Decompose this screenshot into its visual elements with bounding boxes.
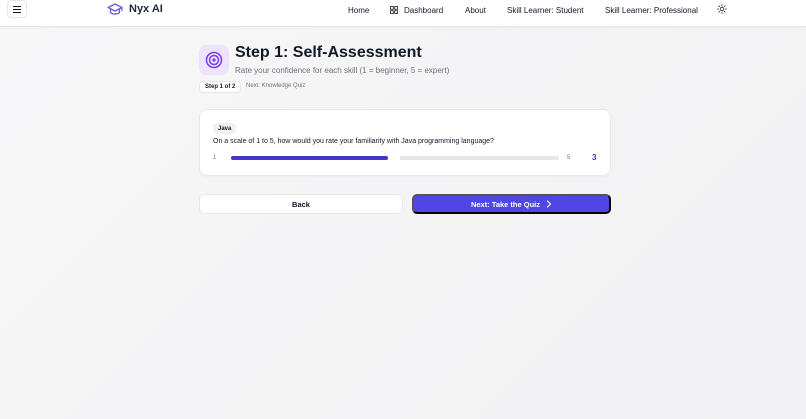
title-icon-badge (199, 45, 229, 75)
nav-skill-learner-student[interactable]: Skill Learner: Student (507, 4, 584, 16)
nav-dashboard-label: Dashboard (404, 5, 444, 15)
rating-slider[interactable] (231, 152, 559, 164)
nav-about[interactable]: About (465, 4, 486, 16)
next-step-hint: Next: Knowledge Quiz (246, 83, 306, 89)
slider-value: 3 (592, 153, 597, 162)
question-text: On a scale of 1 to 5, how would you rate… (213, 138, 494, 145)
slider-max-label: 5 (567, 155, 571, 161)
graduation-cap-icon (107, 2, 123, 15)
grid-icon (390, 6, 398, 14)
nav-dashboard[interactable]: Dashboard (390, 4, 443, 16)
brand-logo[interactable]: Nyx AI (107, 2, 163, 16)
slider-fill (231, 156, 389, 160)
question-card: Java On a scale of 1 to 5, how would you… (199, 109, 611, 176)
hamburger-icon (13, 5, 21, 13)
back-button[interactable]: Back (199, 194, 403, 214)
target-icon (205, 51, 223, 69)
page-title: Step 1: Self-Assessment (235, 44, 422, 61)
menu-button[interactable] (7, 0, 27, 18)
skill-tag: Java (213, 123, 237, 134)
slider-min-label: 1 (213, 155, 217, 161)
page-subtitle: Rate your confidence for each skill (1 =… (235, 66, 450, 75)
take-quiz-label: Next: Take the Quiz (470, 199, 541, 209)
slider-thumb[interactable] (388, 152, 401, 164)
step-badge: Step 1 of 2 (199, 81, 242, 93)
theme-toggle-button[interactable] (716, 3, 728, 15)
take-quiz-button[interactable]: Next: Take the Quiz (412, 194, 611, 214)
sun-icon (717, 4, 727, 14)
top-navbar: Nyx AI Home Dashboard About Skill Learne… (0, 0, 806, 27)
chevron-right-icon (546, 200, 552, 208)
nav-home[interactable]: Home (348, 4, 369, 16)
brand-name: Nyx AI (129, 3, 163, 15)
nav-skill-learner-professional[interactable]: Skill Learner: Professional (605, 4, 698, 16)
